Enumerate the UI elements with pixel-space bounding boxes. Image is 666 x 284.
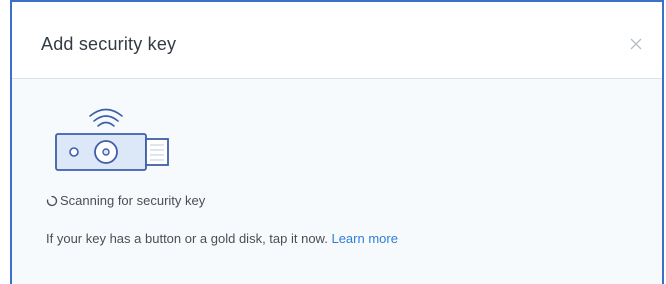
security-key-illustration [50, 108, 180, 178]
add-security-key-dialog: Add security key Scanning for security k… [10, 0, 664, 284]
scanning-status: Scanning for security key [46, 193, 205, 208]
scanning-text: Scanning for security key [60, 193, 206, 208]
learn-more-link[interactable]: Learn more [331, 231, 397, 246]
spinner-icon [46, 195, 58, 207]
instruction-text: If your key has a button or a gold disk,… [46, 231, 328, 246]
dialog-title: Add security key [41, 34, 177, 54]
dialog-header: Add security key [12, 2, 662, 79]
instruction-message: If your key has a button or a gold disk,… [46, 231, 398, 246]
close-icon[interactable] [628, 36, 644, 52]
dialog-body: Scanning for security key If your key ha… [12, 80, 662, 284]
